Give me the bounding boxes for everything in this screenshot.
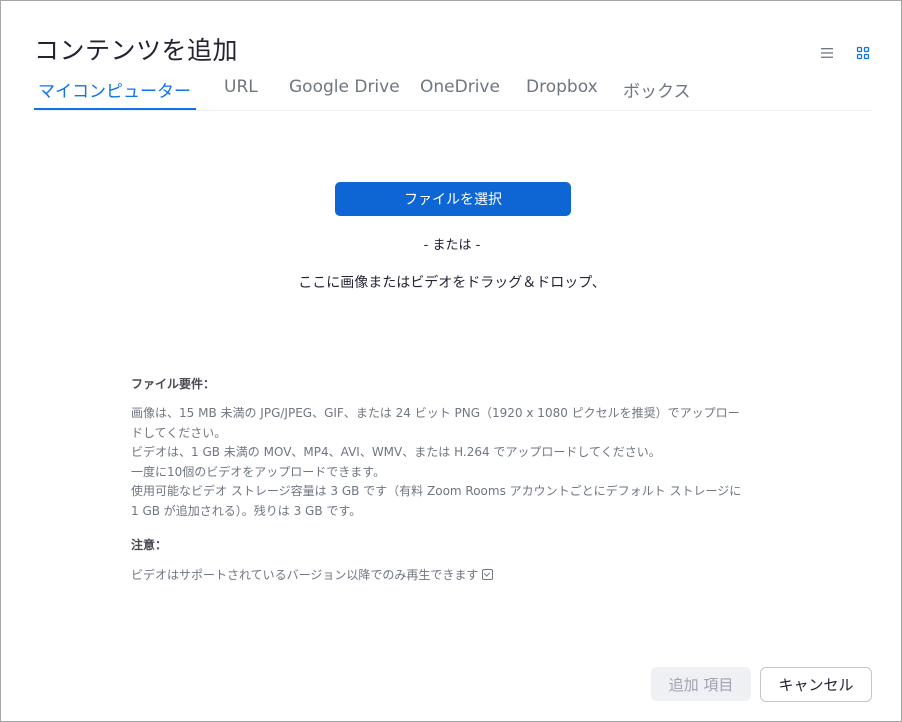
- requirements-line: ドしてください。: [131, 425, 227, 440]
- tab-google-drive[interactable]: Google Drive: [289, 77, 400, 105]
- source-tabs: マイコンピューター URL Google Drive OneDrive Drop…: [34, 71, 872, 111]
- requirements-line: ビデオは、1 GB 未満の MOV、MP4、AVI、WMV、または H.264 …: [131, 445, 661, 459]
- active-tab-indicator: [34, 108, 196, 110]
- or-separator: - または -: [423, 238, 481, 253]
- tab-my-computer[interactable]: マイコンピューター: [38, 77, 191, 110]
- requirements-title: ファイル要件：: [131, 377, 216, 391]
- tab-onedrive[interactable]: OneDrive: [420, 77, 500, 105]
- tab-url[interactable]: URL: [224, 77, 258, 105]
- grid-view-icon[interactable]: [855, 45, 871, 61]
- add-content-dialog: コンテンツを追加 マイコンピューター URL Google Drive OneD…: [0, 0, 902, 722]
- note-text: ビデオはサポートされているバージョン以降でのみ再生できます: [131, 568, 479, 582]
- dialog-title: コンテンツを追加: [34, 36, 239, 65]
- tab-dropbox[interactable]: Dropbox: [526, 77, 598, 105]
- requirements-line: 一度に10個のビデオをアップロードできます。: [131, 464, 386, 479]
- requirements-line: 1 GB が追加される）。残りは 3 GB です。: [131, 503, 362, 518]
- checkbox-icon: [482, 569, 494, 580]
- choose-file-button[interactable]: ファイルを選択: [335, 182, 571, 216]
- note-title: 注意：: [131, 538, 168, 552]
- tab-box[interactable]: ボックス: [623, 77, 691, 110]
- add-items-button[interactable]: 追加 項目: [651, 667, 751, 701]
- requirements-text: 画像は、15 MB 未満の JPG/JPEG、GIF、または 24 ビット PN…: [131, 404, 781, 521]
- cancel-button[interactable]: キャンセル: [760, 667, 872, 702]
- note-line: ビデオはサポートされているバージョン以降でのみ再生できます: [131, 566, 494, 583]
- requirements-line: 使用可能なビデオ ストレージ容量は 3 GB です（有料 Zoom Rooms …: [131, 484, 742, 498]
- list-view-icon[interactable]: [819, 45, 835, 61]
- requirements-line: 画像は、15 MB 未満の JPG/JPEG、GIF、または 24 ビット PN…: [131, 406, 740, 420]
- drop-zone-text[interactable]: ここに画像またはビデオをドラッグ＆ドロップ、: [1, 272, 902, 292]
